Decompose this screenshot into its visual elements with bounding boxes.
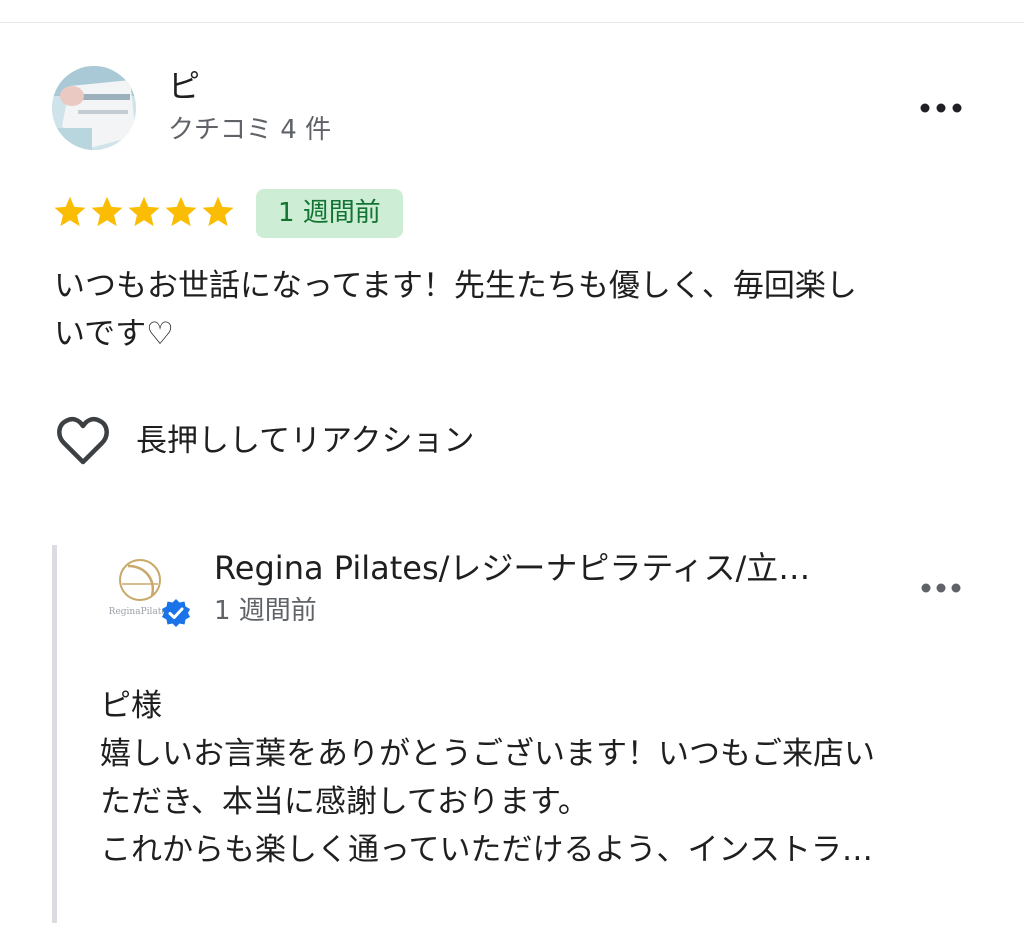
reviewer-review-count: クチコミ 4 件 [168,115,332,145]
star-icon [54,196,86,227]
star-icon [165,196,197,227]
reply-indent-bar [52,545,57,923]
verified-badge-icon [161,598,191,628]
review-date-badge: 1 週間前 [256,189,403,238]
star-icon [202,196,234,227]
top-divider [0,22,1024,23]
owner-reply-text: ピ様 嬉しいお言葉をありがとうございます！いつもご来店い ただき、本当に感謝して… [100,688,875,868]
reviewer-avatar[interactable] [52,66,136,150]
star-icon [128,196,160,227]
review-text: いつもお世話になってます！先生たちも優しく、毎回楽し いです♡ [54,268,857,352]
reaction-label[interactable]: 長押ししてリアクション [136,420,475,462]
star-icon [91,196,123,227]
reviewer-name[interactable]: ピ [168,66,200,106]
more-options-icon[interactable] [914,92,968,124]
star-rating [52,194,236,230]
heart-outline-icon[interactable] [56,416,110,466]
reply-more-options-icon[interactable] [914,572,968,604]
owner-reply-date: 1 週間前 [214,596,317,626]
owner-name[interactable]: Regina Pilates/レジーナピラティス/立… [214,546,874,590]
